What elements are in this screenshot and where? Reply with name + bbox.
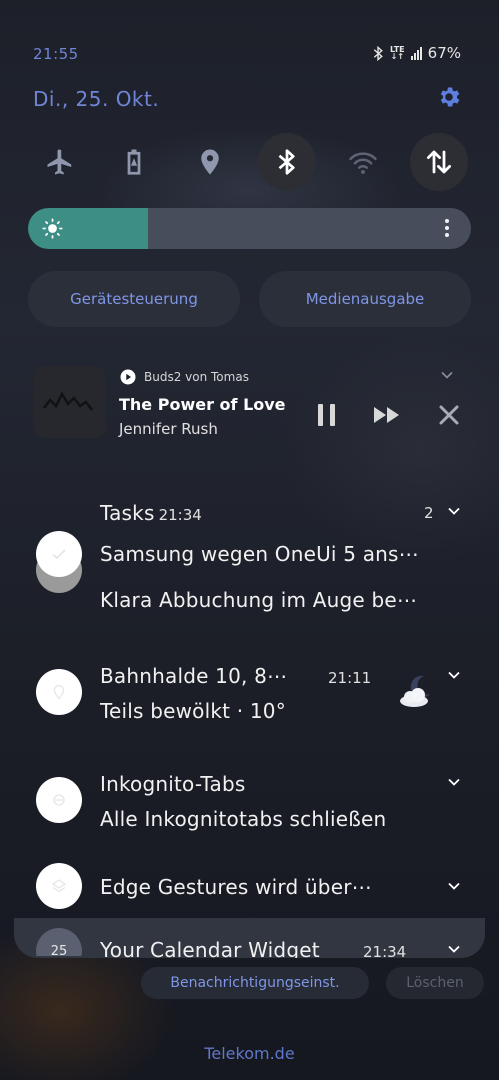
song-title: The Power of Love [119,395,286,414]
status-time: 21:55 [33,45,79,63]
bluetooth-icon [278,149,295,175]
layers-icon [51,879,67,893]
chevron-down-icon[interactable] [447,670,461,680]
incognito-icon [53,794,65,806]
weather-time: 21:11 [328,669,372,687]
tasks-app-name: Tasks [100,501,155,525]
lte-icon: LTE ↓↑ [389,45,405,61]
signal-icon [410,46,422,60]
chevron-down-icon[interactable] [440,370,454,380]
waveform-icon [43,391,93,411]
calendar-title: Your Calendar Widget [100,938,320,958]
carrier-label: Telekom.de [204,1044,295,1063]
close-icon[interactable] [438,404,460,426]
device-control-button[interactable]: Gerätesteuerung [28,271,240,327]
moon-cloud-icon [400,675,430,707]
sun-icon [42,218,63,239]
weather-title: Bahnhalde 10, 8⋯ [100,664,288,688]
airplane-icon [47,149,72,175]
power-saving-toggle[interactable] [105,133,163,191]
incognito-title: Inkognito-Tabs [100,772,246,796]
weather-text[interactable]: Teils bewölkt · 10° [100,699,286,723]
notification-settings-button[interactable]: Benachrichtigungseinst. [141,967,369,999]
chevron-down-icon[interactable] [447,944,461,954]
location-pin-icon [53,684,65,700]
more-options-icon[interactable] [445,219,449,240]
tasks-item-1[interactable]: Samsung wegen OneUi 5 ans⋯ [100,542,419,566]
brightness-slider[interactable] [28,208,471,249]
bluetooth-toggle[interactable] [258,133,316,191]
media-output-button[interactable]: Medienausgabe [259,271,471,327]
mobile-data-toggle[interactable] [410,133,468,191]
tasks-header: Tasks 21:34 [100,501,202,525]
clear-all-button[interactable]: Löschen [386,967,484,999]
chevron-down-icon[interactable] [447,506,461,516]
play-circle-icon [120,369,136,385]
checkmark-icon [52,549,66,560]
chevron-down-icon[interactable] [447,881,461,891]
status-icons: LTE ↓↑ 67% [373,44,461,62]
bluetooth-icon [373,45,383,61]
album-art[interactable] [34,366,106,438]
battery-percent: 67% [427,44,461,62]
calendar-time: 21:34 [363,943,407,958]
tasks-app-icon[interactable] [36,531,82,577]
gear-icon[interactable] [436,84,462,110]
tasks-count: 2 [424,504,434,522]
tasks-time: 21:34 [158,506,202,524]
pause-icon[interactable] [316,402,338,428]
media-source[interactable]: Buds2 von Tomas [144,370,249,384]
browser-app-icon[interactable] [36,777,82,823]
fast-forward-icon[interactable] [372,404,402,426]
airplane-mode-toggle[interactable] [31,133,89,191]
tasks-item-2[interactable]: Klara Abbuchung im Auge be⋯ [100,588,417,612]
edge-gestures-app-icon[interactable] [36,863,82,909]
location-pin-icon [201,149,219,175]
wifi-toggle[interactable] [334,133,392,191]
calendar-notification[interactable]: Your Calendar Widget 21:34 [14,918,485,958]
chevron-down-icon[interactable] [447,777,461,787]
wifi-icon [349,152,377,174]
incognito-text[interactable]: Alle Inkognitotabs schließen [100,807,386,831]
song-artist: Jennifer Rush [119,420,218,438]
weather-app-icon[interactable] [36,669,82,715]
date-label[interactable]: Di., 25. Okt. [33,87,159,111]
location-toggle[interactable] [181,133,239,191]
edge-gestures-title[interactable]: Edge Gestures wird über⋯ [100,875,372,899]
battery-saver-icon [127,149,141,175]
data-arrows-icon [427,150,451,174]
